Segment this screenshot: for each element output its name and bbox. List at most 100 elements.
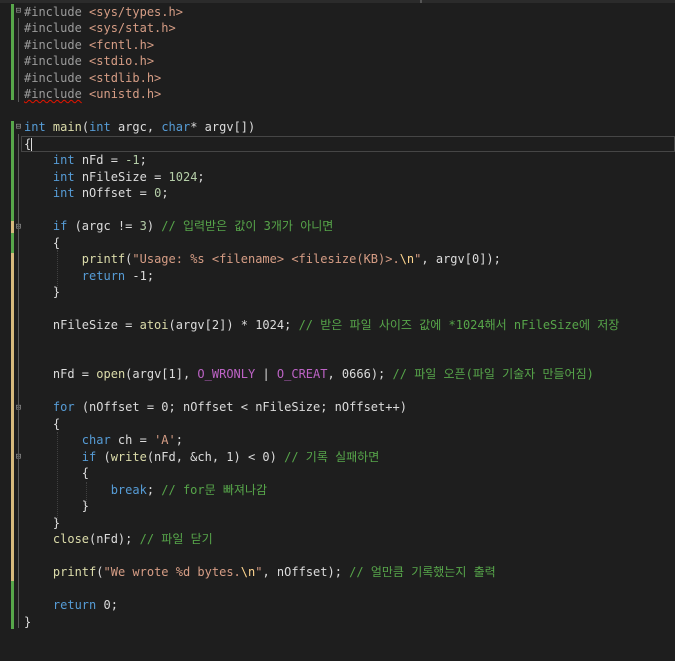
function-name: atoi [139, 318, 169, 332]
code-line-brace[interactable]: } [24, 284, 60, 300]
header-name: <stdlib.h> [89, 71, 162, 85]
directive: #include [24, 54, 82, 68]
code-text: ) [146, 219, 162, 233]
code-line-brace[interactable]: } [24, 498, 89, 514]
code-line-printf[interactable]: printf("We wrote %d bytes.\n", nOffset);… [24, 564, 496, 580]
code-text: 0; [96, 598, 118, 612]
punct: ( [96, 565, 104, 579]
comment: // for문 빠져나감 [161, 483, 268, 497]
escape: \n [399, 252, 415, 266]
code-line-brace[interactable]: } [24, 614, 31, 630]
code-line-if-write[interactable]: if (write(nFd, &ch, 1) < 0) // 기록 실패하면 [24, 449, 379, 465]
code-text: ( [96, 450, 111, 464]
directive: #include [24, 21, 82, 35]
code-line-brace[interactable]: { [24, 136, 31, 152]
keyword: return [52, 598, 97, 612]
code-text: (nFd, &ch, 1) < 0) [146, 450, 285, 464]
code-line-brace[interactable]: { [24, 235, 60, 251]
code-line-decl[interactable]: int nOffset = 0; [24, 185, 169, 201]
directive: #include [24, 5, 82, 19]
code-line-decl[interactable]: int nFileSize = 1024; [24, 169, 205, 185]
change-marker-saved [11, 581, 14, 629]
code-line-close[interactable]: close(nFd); // 파일 닫기 [24, 531, 213, 547]
punct: ; [139, 153, 147, 167]
keyword: return [81, 269, 126, 283]
code-text: ch = [110, 433, 155, 447]
directive: #include [24, 38, 82, 52]
code-line-include[interactable]: #include <stdlib.h> [24, 70, 161, 86]
code-text: ; [146, 483, 162, 497]
code-line-include[interactable]: #include <unistd.h> [24, 86, 161, 102]
comment: // 파일 닫기 [139, 532, 213, 546]
code-line-for[interactable]: for (nOffset = 0; nOffset < nFileSize; n… [24, 399, 407, 415]
params: * argv[]) [190, 120, 256, 134]
code-line-include[interactable]: #include <fcntl.h> [24, 37, 154, 53]
header-name: <sys/types.h> [89, 5, 183, 19]
directive: #include [24, 71, 82, 85]
keyword: break [110, 483, 147, 497]
code-line-return[interactable]: return 0; [24, 597, 118, 613]
header-name: <stdio.h> [89, 54, 155, 68]
comment: // 파일 오픈(파일 기술자 만들어짐) [392, 367, 594, 381]
code-line-brace[interactable]: { [24, 465, 89, 481]
code-line-break[interactable]: break; // for문 빠져나감 [24, 482, 267, 498]
editor-top-border [0, 0, 675, 3]
comment: // 얼만큼 기록했는지 출력 [349, 565, 496, 579]
fold-collapse-icon[interactable]: ⊟ [13, 6, 24, 17]
change-marker-saved [11, 121, 14, 221]
code-text: nFd = [52, 367, 97, 381]
code-text: , argv[0]); [421, 252, 501, 266]
header-name: <unistd.h> [89, 87, 162, 101]
code-line-printf[interactable]: printf("Usage: %s <filename> <filesize(K… [24, 251, 501, 267]
code-line-include[interactable]: #include <sys/stat.h> [24, 20, 176, 36]
code-editor[interactable]: ⊟ ⊟ ⊟ ⊟ ⊟ #include <sys/types.h> #includ… [0, 0, 675, 661]
header-name: <fcntl.h> [89, 38, 155, 52]
code-text: | [255, 367, 277, 381]
escape: \n [240, 565, 256, 579]
punct: ; [197, 170, 205, 184]
comment: // 입력받은 값이 3개가 아니면 [161, 219, 334, 233]
scroll-marker [420, 0, 422, 3]
number: -1 [125, 153, 140, 167]
macro: O_WRONLY [197, 367, 256, 381]
directive: #include [24, 87, 82, 101]
keyword: char [81, 433, 111, 447]
params: argc, [110, 120, 162, 134]
comment: // 기록 실패하면 [284, 450, 380, 464]
keyword: int [89, 120, 111, 134]
code-line-main-signature[interactable]: int main(int argc, char* argv[]) [24, 119, 255, 135]
code-text: (argc != [67, 219, 140, 233]
code-line-include[interactable]: #include <stdio.h> [24, 53, 154, 69]
function-name: open [96, 367, 126, 381]
brace: } [24, 615, 32, 629]
code-line-return[interactable]: return -1; [24, 268, 154, 284]
fold-collapse-icon[interactable]: ⊟ [13, 122, 24, 133]
current-line-highlight [21, 136, 675, 152]
code-text: nFileSize = [52, 318, 140, 332]
fold-guide [18, 18, 19, 102]
comment: // 받은 파일 사이즈 값에 *1024해서 nFileSize에 저장 [298, 318, 620, 332]
function-name: main [52, 120, 82, 134]
keyword: int [52, 186, 75, 200]
code-line-brace[interactable]: { [24, 416, 60, 432]
keyword: int [52, 170, 75, 184]
keyword: for [52, 400, 75, 414]
code-line-open[interactable]: nFd = open(argv[1], O_WRONLY | O_CREAT, … [24, 366, 594, 382]
code-text: -1; [125, 269, 155, 283]
punct: ; [175, 433, 183, 447]
code-line-char[interactable]: char ch = 'A'; [24, 432, 183, 448]
keyword: int [52, 153, 75, 167]
brace: } [52, 285, 61, 299]
brace: } [52, 516, 61, 530]
code-line-brace[interactable]: } [24, 515, 60, 531]
change-marker-saved [11, 233, 14, 253]
code-line-if[interactable]: if (argc != 3) // 입력받은 값이 3개가 아니면 [24, 218, 333, 234]
code-line-atoi[interactable]: nFileSize = atoi(argv[2]) * 1024; // 받은 … [24, 317, 619, 333]
code-line-decl[interactable]: int nFd = -1; [24, 152, 147, 168]
function-name: close [52, 532, 90, 546]
string: 'A' [154, 433, 176, 447]
code-line-include[interactable]: #include <sys/types.h> [24, 4, 183, 20]
editor-gutter: ⊟ ⊟ ⊟ ⊟ ⊟ [0, 0, 22, 661]
keyword: if [81, 450, 97, 464]
keyword: char [161, 120, 191, 134]
